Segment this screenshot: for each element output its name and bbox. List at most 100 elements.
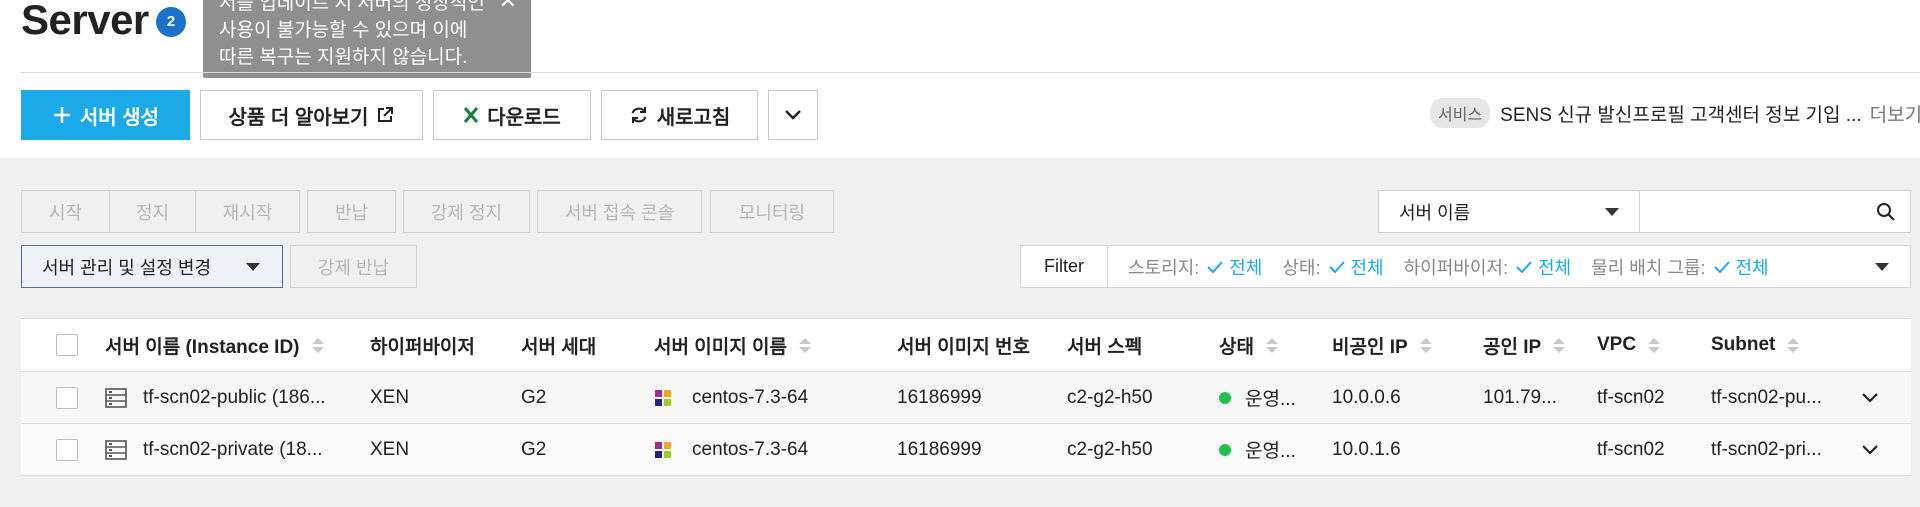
col-spec: 서버 스펙	[1067, 319, 1142, 371]
sort-icon[interactable]	[311, 337, 324, 353]
filter-storage-label: 스토리지:	[1128, 257, 1200, 278]
download-button[interactable]: 다운로드	[433, 90, 591, 140]
sort-icon[interactable]	[1553, 337, 1566, 353]
col-vpc[interactable]: VPC	[1597, 319, 1661, 371]
create-server-button[interactable]: 서버 생성	[21, 90, 190, 140]
check-icon	[1713, 260, 1730, 273]
col-status[interactable]: 상태	[1219, 319, 1278, 371]
start-button[interactable]: 시작	[21, 190, 110, 233]
force-stop-button[interactable]: 강제 정지	[403, 190, 530, 233]
spec-value: c2-g2-h50	[1067, 438, 1153, 460]
sort-icon[interactable]	[1787, 337, 1800, 353]
col-server-name[interactable]: 서버 이름 (Instance ID)	[105, 319, 324, 371]
hypervisor-value: XEN	[370, 438, 410, 460]
col-private-ip[interactable]: 비공인 IP	[1332, 319, 1432, 371]
image-name-value: centos-7.3-64	[692, 386, 809, 408]
private-ip-value: 10.0.0.6	[1332, 386, 1401, 408]
table-row[interactable]: tf-scn02-public (186... XEN G2 centos-7.…	[21, 372, 1911, 424]
col-header-label: 상태	[1219, 336, 1254, 358]
private-ip-value: 10.0.1.6	[1332, 438, 1401, 460]
search-field-label: 서버 이름	[1399, 202, 1471, 223]
col-image-number: 서버 이미지 번호	[897, 319, 1030, 371]
chevron-down-icon[interactable]	[1861, 392, 1879, 404]
search-input[interactable]	[1639, 190, 1911, 233]
tooltip: 서를 업데이트 시 서버의 정상적인 사용이 불가능할 수 있으며 이에 따른 …	[203, 0, 531, 78]
image-name-value: centos-7.3-64	[692, 438, 809, 460]
col-header-label: 하이퍼바이저	[370, 336, 475, 358]
chevron-down-icon[interactable]	[1861, 444, 1879, 456]
col-header-label: 서버 세대	[521, 336, 597, 358]
filter-expand-icon[interactable]	[1875, 263, 1889, 271]
more-link[interactable]: 더보기	[1870, 100, 1920, 127]
sort-icon[interactable]	[1419, 337, 1432, 353]
download-label: 다운로드	[487, 106, 561, 129]
more-actions-button[interactable]	[768, 90, 818, 140]
filter-hypervisor[interactable]: 하이퍼바이저: 전체	[1404, 254, 1572, 280]
force-return-button[interactable]: 강제 반납	[290, 245, 417, 288]
plus-icon	[53, 107, 70, 123]
refresh-button[interactable]: 새로고침	[601, 90, 758, 140]
subnet-value: tf-scn02-pri...	[1711, 438, 1822, 460]
server-icon	[105, 439, 127, 460]
select-all-checkbox[interactable]	[56, 334, 78, 356]
image-number-value: 16186999	[897, 438, 982, 460]
filter-placement-label: 물리 배치 그룹:	[1591, 257, 1706, 278]
server-name[interactable]: tf-scn02-public (186...	[143, 387, 326, 409]
subnet-value: tf-scn02-pu...	[1711, 386, 1822, 408]
col-header-label: 비공인 IP	[1332, 336, 1408, 358]
sort-icon[interactable]	[1648, 337, 1661, 353]
col-image-name[interactable]: 서버 이미지 이름	[654, 319, 811, 371]
filter-bar: Filter 스토리지: 전체 상태: 전체 하이퍼바이저: 전체 물리 배치 …	[1020, 245, 1911, 288]
learn-more-label: 상품 더 알아보기	[228, 106, 369, 129]
create-server-label: 서버 생성	[79, 106, 160, 129]
image-number-value: 16186999	[897, 386, 982, 408]
vpc-value: tf-scn02	[1597, 438, 1665, 460]
col-header-label: VPC	[1597, 334, 1637, 355]
col-subnet[interactable]: Subnet	[1711, 319, 1800, 371]
status-value: 운영...	[1245, 441, 1296, 462]
filter-storage[interactable]: 스토리지: 전체	[1128, 254, 1262, 280]
manage-settings-dropdown[interactable]: 서버 관리 및 설정 변경	[21, 245, 283, 288]
stop-button[interactable]: 정지	[109, 190, 196, 233]
refresh-label: 새로고침	[656, 106, 731, 129]
row-checkbox[interactable]	[56, 438, 78, 461]
filter-hypervisor-label: 하이퍼바이저:	[1403, 257, 1508, 278]
server-name[interactable]: tf-scn02-private (18...	[143, 439, 323, 461]
col-public-ip[interactable]: 공인 IP	[1483, 319, 1566, 371]
learn-more-button[interactable]: 상품 더 알아보기	[200, 90, 423, 140]
spec-value: c2-g2-h50	[1067, 386, 1153, 408]
tooltip-line: 사용이 불가능할 수 있으며 이에	[219, 20, 468, 41]
col-header-label: 서버 이름 (Instance ID)	[105, 336, 300, 358]
col-header-label: 서버 이미지 번호	[897, 336, 1030, 358]
return-button[interactable]: 반납	[307, 190, 396, 233]
hypervisor-value: XEN	[370, 386, 410, 408]
restart-button[interactable]: 재시작	[195, 190, 300, 233]
generation-value: G2	[521, 386, 547, 408]
col-hypervisor: 하이퍼바이저	[370, 319, 475, 371]
table-row[interactable]: tf-scn02-private (18... XEN G2 centos-7.…	[21, 424, 1911, 476]
service-notice: 서비스 SENS 신규 발신프로필 고객센터 정보 기입 ... 더보기	[1430, 98, 1920, 128]
count-badge[interactable]: 2	[156, 7, 186, 37]
page-header: Server 2 서를 업데이트 시 서버의 정상적인 사용이 불가능할 수 있…	[0, 0, 1920, 158]
centos-icon	[655, 389, 671, 406]
search-field-select[interactable]: 서버 이름	[1378, 190, 1640, 233]
col-header-label: 서버 스펙	[1067, 336, 1143, 358]
server-table: 서버 이름 (Instance ID) 하이퍼바이저 서버 세대 서버 이미지 …	[21, 318, 1911, 476]
monitoring-button[interactable]: 모니터링	[710, 190, 834, 233]
sort-icon[interactable]	[798, 337, 811, 353]
filter-state[interactable]: 상태: 전체	[1282, 254, 1383, 280]
divider	[21, 72, 1920, 73]
col-generation: 서버 세대	[521, 319, 596, 371]
manage-settings-label: 서버 관리 및 설정 변경	[42, 257, 212, 278]
service-notice-text[interactable]: SENS 신규 발신프로필 고객센터 정보 기입 ...	[1500, 100, 1861, 127]
filter-placement-group[interactable]: 물리 배치 그룹: 전체	[1591, 254, 1769, 280]
status-dot	[1219, 391, 1231, 404]
caret-down-icon	[1605, 208, 1619, 216]
chevron-down-icon	[785, 110, 801, 120]
sort-icon[interactable]	[1265, 337, 1278, 353]
close-icon[interactable]: ✕	[499, 0, 517, 12]
row-checkbox[interactable]	[56, 386, 78, 409]
server-console-button[interactable]: 서버 접속 콘솔	[537, 190, 702, 233]
filter-button[interactable]: Filter	[1021, 246, 1108, 287]
search-icon[interactable]	[1876, 202, 1896, 222]
